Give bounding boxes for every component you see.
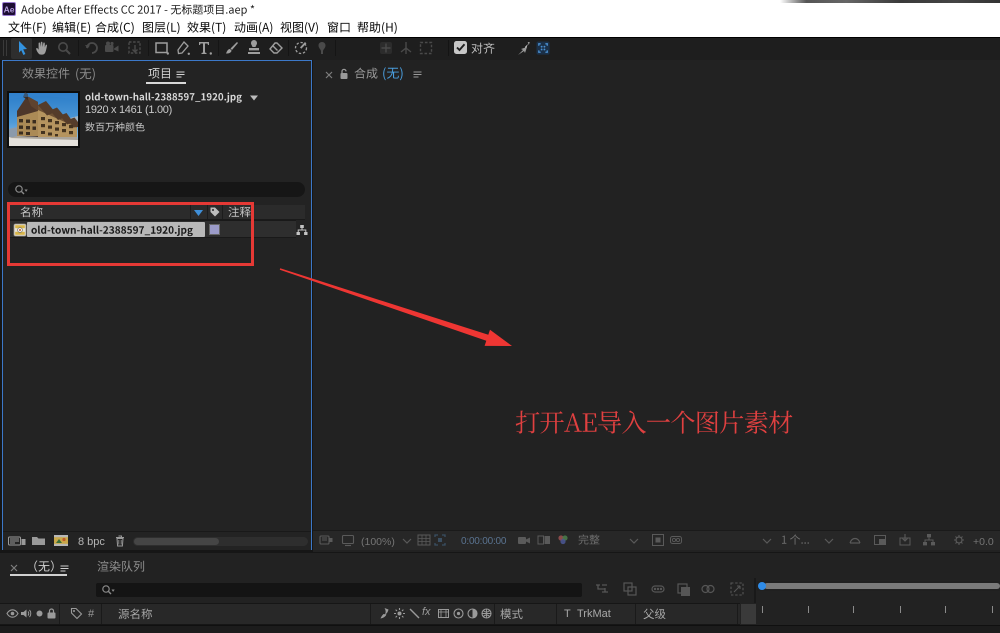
svg-text:Ae: Ae [4,5,15,15]
